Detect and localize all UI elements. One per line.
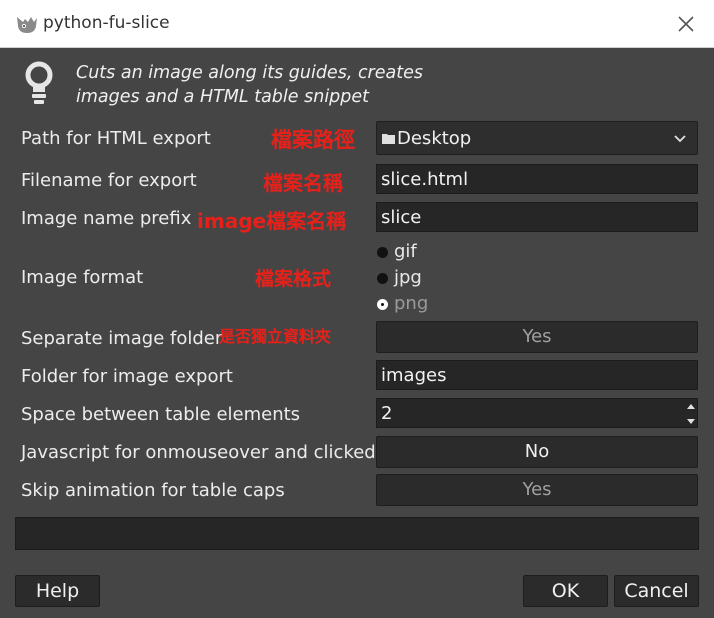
space-input[interactable] (377, 399, 697, 427)
chevron-down-icon (674, 135, 686, 143)
window-title: python-fu-slice (43, 13, 170, 33)
javascript-label: Javascript for onmouseover and clicked (21, 442, 376, 463)
plugin-description: Cuts an image along its guides, creates … (76, 61, 476, 109)
filename-label: Filename for export (21, 170, 197, 191)
path-dropdown[interactable]: Desktop (376, 121, 698, 155)
image-folder-field[interactable] (376, 360, 698, 390)
lightbulb-icon (25, 61, 53, 104)
separate-folder-label: Separate image folder (21, 328, 223, 349)
folder-icon (382, 134, 395, 144)
spin-arrows-icon[interactable] (684, 400, 698, 428)
radio-label-png: png (394, 293, 429, 314)
prefix-field[interactable] (376, 202, 698, 232)
skip-animation-toggle[interactable]: Yes (376, 474, 698, 506)
close-icon[interactable] (672, 10, 700, 38)
radio-label-jpg: jpg (394, 267, 422, 288)
prefix-input[interactable] (377, 203, 697, 231)
description-line-2: images and a HTML table snippet (76, 87, 370, 107)
separate-folder-annotation: 是否獨立資料夾 (219, 327, 332, 346)
description-line-1: Cuts an image along its guides, creates (76, 63, 423, 83)
image-folder-input[interactable] (377, 361, 697, 389)
filename-input[interactable] (377, 165, 697, 193)
progress-bar (15, 517, 699, 550)
ok-button[interactable]: OK (523, 575, 608, 607)
prefix-label: Image name prefix (21, 208, 192, 229)
image-folder-label: Folder for image export (21, 366, 233, 387)
radio-unchecked-icon (377, 247, 388, 258)
space-label: Space between table elements (21, 404, 301, 425)
filename-annotation: 檔案名稱 (263, 171, 343, 195)
title-bar: python-fu-slice (0, 0, 714, 48)
format-annotation: 檔案格式 (255, 268, 332, 290)
radio-label-gif: gif (394, 241, 417, 262)
space-spinbox[interactable] (376, 398, 698, 428)
skip-animation-label: Skip animation for table caps (21, 480, 285, 501)
path-annotation: 檔案路徑 (271, 128, 355, 152)
gimp-icon (17, 17, 37, 33)
format-label: Image format (21, 267, 144, 288)
path-value: Desktop (397, 128, 472, 149)
javascript-toggle[interactable]: No (376, 436, 698, 468)
prefix-annotation: image檔案名稱 (197, 209, 347, 233)
cancel-button[interactable]: Cancel (614, 575, 699, 607)
radio-unchecked-icon (377, 273, 388, 284)
help-button[interactable]: Help (15, 575, 100, 607)
separate-folder-toggle[interactable]: Yes (376, 321, 698, 353)
radio-checked-icon (377, 299, 388, 310)
path-label: Path for HTML export (21, 128, 211, 149)
filename-field[interactable] (376, 164, 698, 194)
